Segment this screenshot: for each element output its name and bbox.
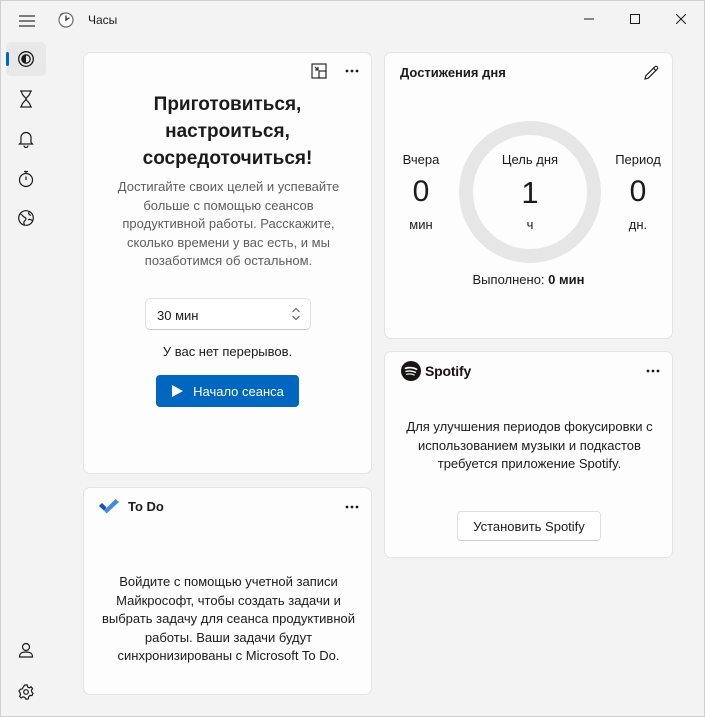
minimize-button[interactable] bbox=[566, 1, 612, 37]
world-clock-icon bbox=[18, 210, 34, 226]
timer-icon bbox=[20, 90, 32, 108]
focus-more-options-button[interactable] bbox=[338, 60, 366, 82]
yesterday-unit: мин bbox=[409, 217, 433, 232]
duration-stepper[interactable]: 30 мин bbox=[145, 298, 311, 330]
more-options-icon bbox=[345, 505, 359, 509]
breaks-info: У вас нет перерывов. bbox=[162, 344, 293, 359]
nav-timer[interactable] bbox=[6, 82, 46, 116]
spotify-card: Spotify Для улучшения периодов фокусиров… bbox=[384, 351, 673, 558]
daily-goal-value: 1 bbox=[521, 175, 539, 210]
close-icon bbox=[676, 14, 686, 24]
install-spotify-button[interactable]: Установить Spotify bbox=[457, 511, 601, 541]
hamburger-menu-button[interactable] bbox=[11, 7, 43, 35]
streak-unit: дн. bbox=[628, 217, 648, 232]
nav-account[interactable] bbox=[6, 633, 46, 667]
daily-progress-card: Достижения дня Вчера 0 мин Цель дня 1 ч … bbox=[384, 52, 673, 339]
account-icon bbox=[18, 642, 34, 658]
maximize-button[interactable] bbox=[612, 1, 658, 37]
streak-value: 0 bbox=[629, 175, 647, 208]
compact-overlay-icon bbox=[311, 63, 327, 79]
start-session-label: Начало сеанса bbox=[193, 383, 284, 399]
start-session-button[interactable]: Начало сеанса bbox=[156, 375, 299, 407]
daily-goal-unit: ч bbox=[526, 217, 534, 232]
play-icon bbox=[172, 385, 184, 397]
nav-world-clock[interactable] bbox=[6, 201, 46, 235]
daily-progress-title: Достижения дня bbox=[400, 65, 506, 80]
window-title: Часы bbox=[88, 13, 118, 27]
todo-title: To Do bbox=[128, 498, 164, 514]
streak-label: Период bbox=[615, 152, 661, 167]
spotify-more-options-button[interactable] bbox=[639, 360, 667, 382]
close-button[interactable] bbox=[658, 1, 704, 37]
hamburger-icon bbox=[19, 15, 35, 27]
compact-mode-button[interactable] bbox=[305, 60, 333, 82]
focus-heading-line-1: Приготовиться, bbox=[153, 94, 302, 115]
todo-header: To Do bbox=[98, 498, 164, 514]
duration-unit: мин bbox=[175, 308, 199, 323]
more-options-icon bbox=[646, 369, 660, 373]
todo-checkmark-icon bbox=[99, 499, 119, 514]
focus-heading-line-2: настроиться, bbox=[165, 121, 290, 142]
todo-description: Войдите с помощью учетной записи Майкрос… bbox=[101, 574, 356, 663]
nav-focus-sessions[interactable] bbox=[6, 42, 46, 76]
yesterday-label: Вчера bbox=[402, 152, 440, 167]
focus-heading-line-3: сосредоточиться! bbox=[142, 148, 313, 169]
daily-goal-label: Цель дня bbox=[501, 152, 559, 167]
spotify-logo: Spotify bbox=[401, 361, 471, 381]
completed-value: 0 мин bbox=[548, 272, 585, 287]
focus-session-card: Приготовиться, настроиться, сосредоточит… bbox=[83, 52, 372, 474]
pencil-icon bbox=[644, 65, 659, 80]
yesterday-value: 0 bbox=[412, 175, 430, 208]
alarm-icon bbox=[18, 131, 34, 148]
clock-window: Часы Приготовиться, настроиться, сосредо… bbox=[0, 0, 705, 717]
duration-value: 30 bbox=[157, 308, 172, 323]
nav-selection-indicator bbox=[6, 52, 9, 66]
stepper-chevrons-icon bbox=[292, 307, 300, 321]
focus-sessions-icon bbox=[18, 51, 34, 67]
settings-icon bbox=[18, 684, 34, 700]
spotify-wordmark: Spotify bbox=[425, 363, 472, 379]
more-options-icon bbox=[345, 69, 359, 73]
duration-display: 30 мин bbox=[157, 308, 198, 323]
nav-stopwatch[interactable] bbox=[6, 162, 46, 196]
maximize-icon bbox=[630, 14, 640, 24]
focus-description: Достигайте своих целей и успевайте больш… bbox=[117, 179, 340, 268]
todo-card: To Do Войдите с помощью учетной записи М… bbox=[83, 487, 372, 695]
spotify-description: Для улучшения периодов фокусировки с исп… bbox=[406, 419, 653, 471]
spotify-icon bbox=[401, 361, 421, 381]
edit-goal-button[interactable] bbox=[640, 62, 662, 84]
minimize-icon bbox=[584, 18, 594, 20]
completed-label: Выполнено: bbox=[472, 272, 545, 287]
focus-heading: Приготовиться, настроиться, сосредоточит… bbox=[84, 91, 371, 172]
todo-more-options-button[interactable] bbox=[338, 496, 366, 518]
nav-settings[interactable] bbox=[6, 675, 46, 709]
clock-app-icon bbox=[58, 12, 74, 28]
title-bar: Часы bbox=[1, 1, 704, 39]
completed-summary: Выполнено: 0 мин bbox=[385, 272, 672, 287]
nav-alarm[interactable] bbox=[6, 122, 46, 156]
stopwatch-icon bbox=[18, 170, 34, 188]
